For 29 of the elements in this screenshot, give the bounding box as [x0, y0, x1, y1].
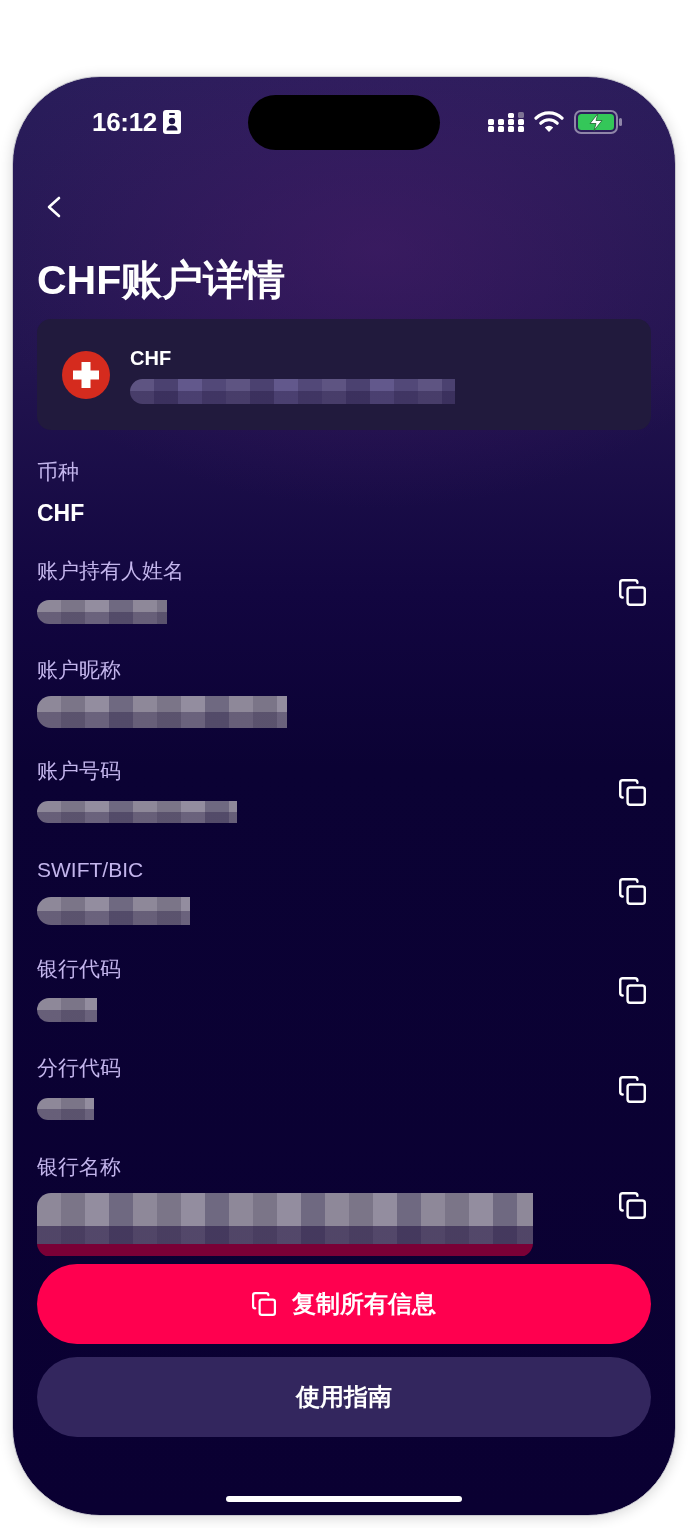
wifi-icon — [533, 111, 564, 133]
field-label: 账户持有人姓名 — [37, 558, 184, 584]
copy-icon[interactable] — [619, 778, 646, 806]
signal-icon — [487, 111, 524, 133]
page-title: CHF账户详情 — [37, 256, 286, 305]
copy-icon — [252, 1292, 276, 1316]
field-label: 账户号码 — [37, 758, 121, 784]
battery-icon — [573, 110, 622, 134]
copy-all-button[interactable]: 复制所有信息 — [37, 1264, 651, 1344]
copy-icon[interactable] — [619, 578, 646, 606]
copy-icon[interactable] — [619, 877, 646, 905]
field-label: 账户昵称 — [37, 657, 121, 683]
account-currency: CHF — [130, 345, 172, 370]
status-time: 16:12 — [92, 107, 157, 137]
flag-icon — [62, 350, 110, 399]
copy-icon[interactable] — [619, 1075, 646, 1103]
field-label: 分行代码 — [37, 1055, 121, 1081]
field-value: CHF — [37, 499, 85, 528]
field-label: 银行名称 — [37, 1154, 121, 1180]
copy-icon[interactable] — [619, 976, 646, 1004]
pixelated-value — [37, 998, 97, 1022]
back-icon[interactable] — [47, 196, 61, 218]
field-label: 币种 — [37, 459, 79, 485]
copy-icon[interactable] — [619, 1191, 646, 1219]
pixelated-value — [37, 1098, 94, 1120]
field-label: SWIFT/BIC — [37, 857, 144, 883]
guide-button[interactable]: 使用指南 — [37, 1357, 651, 1437]
field-label: 银行代码 — [37, 956, 121, 982]
person-badge-icon — [163, 110, 181, 134]
